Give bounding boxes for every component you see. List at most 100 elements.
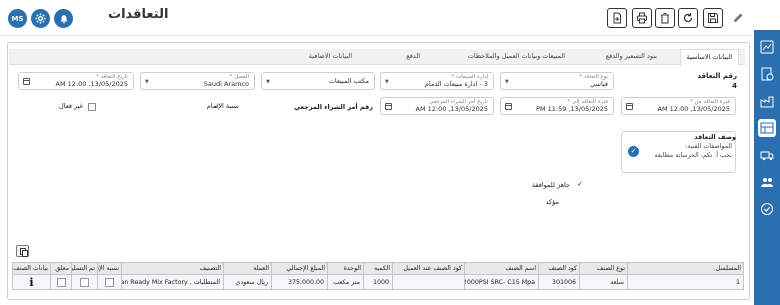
period-from-field[interactable]: فترة التعاقد من * 13/05/2025, 12:00 AM — [621, 97, 736, 115]
delivered-cell — [71, 274, 98, 290]
sales-office-select[interactable]: مكتب المبيعات ▼ — [261, 72, 375, 90]
sales-office-value: مكتب المبيعات — [328, 77, 369, 85]
chevron-down-icon: ▼ — [505, 79, 509, 85]
inactive-checkbox[interactable] — [88, 103, 96, 111]
save-button[interactable] — [703, 8, 723, 28]
serial-cell: 1 — [627, 274, 744, 290]
description-line1: المواصفات الفنية: — [685, 143, 732, 150]
contract-date-value: 13/05/2025, 12:00 AM — [55, 80, 128, 88]
new-document-icon — [613, 12, 621, 24]
calendar-icon[interactable] — [385, 103, 392, 110]
print-button[interactable] — [632, 8, 652, 28]
tab-payment[interactable]: الدفع — [406, 52, 420, 60]
bell-icon[interactable] — [54, 9, 73, 28]
tab-additional-data[interactable]: البيانات الاضافية — [309, 52, 352, 60]
completion-ratio-label: نسبة الإتمام — [206, 102, 239, 110]
contract-no-value: 4 — [732, 82, 737, 90]
period-from-value: 13/05/2025, 12:00 AM — [657, 105, 730, 113]
sales-admin-select[interactable]: إدارة المبيعات * 3 - ادارة مبيعات الدمام… — [380, 72, 494, 90]
description-line2: نحب أ. تكم، الخرسانة مطابقة — [654, 152, 732, 159]
period-to-field[interactable]: فترة التعاقد إلى * 13/05/2025, 11:59 PM — [500, 97, 614, 115]
customer-select[interactable]: العميل * Saudi Aramco ▼ — [140, 72, 255, 90]
print-icon — [637, 12, 647, 24]
tab-sales-customer[interactable]: المبيعات وبيانات العميل والملاحظات — [468, 52, 565, 60]
item-type-cell: سلعة — [579, 274, 628, 290]
col-quantity[interactable]: الكمية — [363, 262, 393, 275]
quantity-cell: 1000 — [363, 274, 393, 290]
calendar-icon[interactable] — [505, 103, 512, 110]
suspended-cell — [50, 274, 72, 290]
col-item-data[interactable]: بيانات الصنف — [12, 262, 51, 275]
col-currency[interactable]: العملة — [223, 262, 272, 275]
calendar-icon[interactable] — [23, 78, 30, 85]
contract-no-label: رقم التعاقد — [697, 72, 737, 80]
tab-basic-data[interactable]: البيانات الاساسية — [679, 49, 739, 66]
period-to-value: 13/05/2025, 11:59 PM — [536, 105, 608, 113]
nav-approval-icon[interactable] — [758, 200, 776, 218]
description-label: وصف التعاقد — [694, 133, 736, 141]
nav-users-icon[interactable] — [758, 173, 776, 191]
tab-pricing-payment[interactable]: بنود التسعير والدفع — [606, 52, 657, 60]
contract-date-field[interactable]: تاريخ التعاقد * 13/05/2025, 12:00 AM — [18, 72, 134, 90]
unit-cell: متر مكعب — [327, 274, 364, 290]
chevron-down-icon: ▼ — [385, 79, 389, 85]
total-cell: 375,000.00 — [271, 274, 328, 290]
chevron-down-icon: ▼ — [145, 79, 149, 85]
item-name-cell: 2000PSI SRC- C15 Mpa — [464, 274, 539, 290]
nav-contracts-icon[interactable] — [758, 119, 776, 137]
classification-cell: المتطلبات , Najran Ready Mix Factory — [121, 274, 224, 290]
nav-factory-icon[interactable] — [758, 92, 776, 110]
chevron-down-icon: ▼ — [266, 79, 270, 85]
calendar-icon[interactable] — [626, 103, 633, 110]
col-customer-code[interactable]: كود الصنف عند العميل — [392, 262, 465, 275]
po-date-value: 13/05/2025, 12:00 AM — [415, 105, 488, 113]
completion-checkbox[interactable] — [105, 277, 114, 287]
col-total-amount[interactable]: المبلغ الإجمالي — [271, 262, 328, 275]
tab-bar: البيانات الاساسية بنود التسعير والدفع ال… — [9, 49, 745, 66]
sales-admin-value: 3 - ادارة مبيعات الدمام — [424, 80, 488, 88]
col-suspended[interactable]: معلق — [50, 262, 72, 275]
po-ref-label: رقم أمر الشراء المرجعي — [293, 103, 373, 111]
col-item-name[interactable]: اسم الصنف — [464, 262, 539, 275]
suspended-checkbox[interactable] — [56, 277, 66, 287]
item-code-cell: 301006 — [538, 274, 580, 290]
inactive-label: غير فعال — [59, 102, 83, 110]
delivered-checkbox[interactable] — [80, 277, 89, 287]
contract-type-select[interactable]: نوع التعاقد * قياسي ▼ — [500, 72, 614, 90]
contract-type-value: قياسي — [590, 80, 608, 88]
edit-button[interactable] — [728, 8, 748, 28]
item-info-cell[interactable]: i — [12, 274, 51, 290]
grammar-check-icon[interactable]: ✓ — [628, 146, 639, 157]
col-delivered[interactable]: تم التسليم — [71, 262, 98, 275]
page-title: التعاقدات — [108, 7, 169, 22]
completion-cell — [97, 274, 122, 290]
save-icon — [708, 13, 718, 23]
nav-dashboard-icon[interactable] — [758, 38, 776, 56]
customer-value: Saudi Aramco — [203, 80, 249, 88]
items-table: بيانات الصنف معلق تم التسليم نسبة الإتما… — [12, 262, 744, 290]
col-classification[interactable]: التصنيف — [121, 262, 224, 275]
col-item-type[interactable]: نوع الصنف — [579, 262, 628, 275]
info-icon[interactable]: i — [29, 276, 33, 289]
col-completion-ratio[interactable]: نسبة الإتمام — [97, 262, 122, 275]
settings-icon[interactable] — [31, 9, 50, 28]
nav-trucks-icon[interactable] — [758, 146, 776, 164]
ready-for-approval-checkbox[interactable]: ✓ — [576, 180, 584, 188]
col-unit[interactable]: الوحدة — [327, 262, 364, 275]
col-item-code[interactable]: كود الصنف — [538, 262, 580, 275]
refresh-button[interactable] — [678, 8, 698, 28]
po-date-field[interactable]: تاريخ أمر الشراء المرجعي 13/05/2025, 12:… — [380, 97, 494, 115]
right-nav — [754, 30, 780, 305]
trash-icon — [661, 13, 669, 24]
nav-invoices-icon[interactable] — [758, 65, 776, 83]
customer-code-cell — [392, 274, 465, 290]
user-avatar[interactable]: MS — [8, 9, 27, 28]
col-serial[interactable]: المسلسل — [627, 262, 744, 275]
currency-cell: ريال سعودي — [223, 274, 272, 290]
refresh-icon — [683, 12, 693, 23]
copy-rows-button[interactable] — [16, 245, 29, 257]
new-document-button[interactable] — [607, 8, 627, 28]
top-bar: MS التعاقدات — [0, 0, 780, 36]
table-row[interactable]: i المتطلبات , Najran Ready Mix Factory ر… — [12, 274, 744, 290]
delete-button[interactable] — [655, 8, 675, 28]
